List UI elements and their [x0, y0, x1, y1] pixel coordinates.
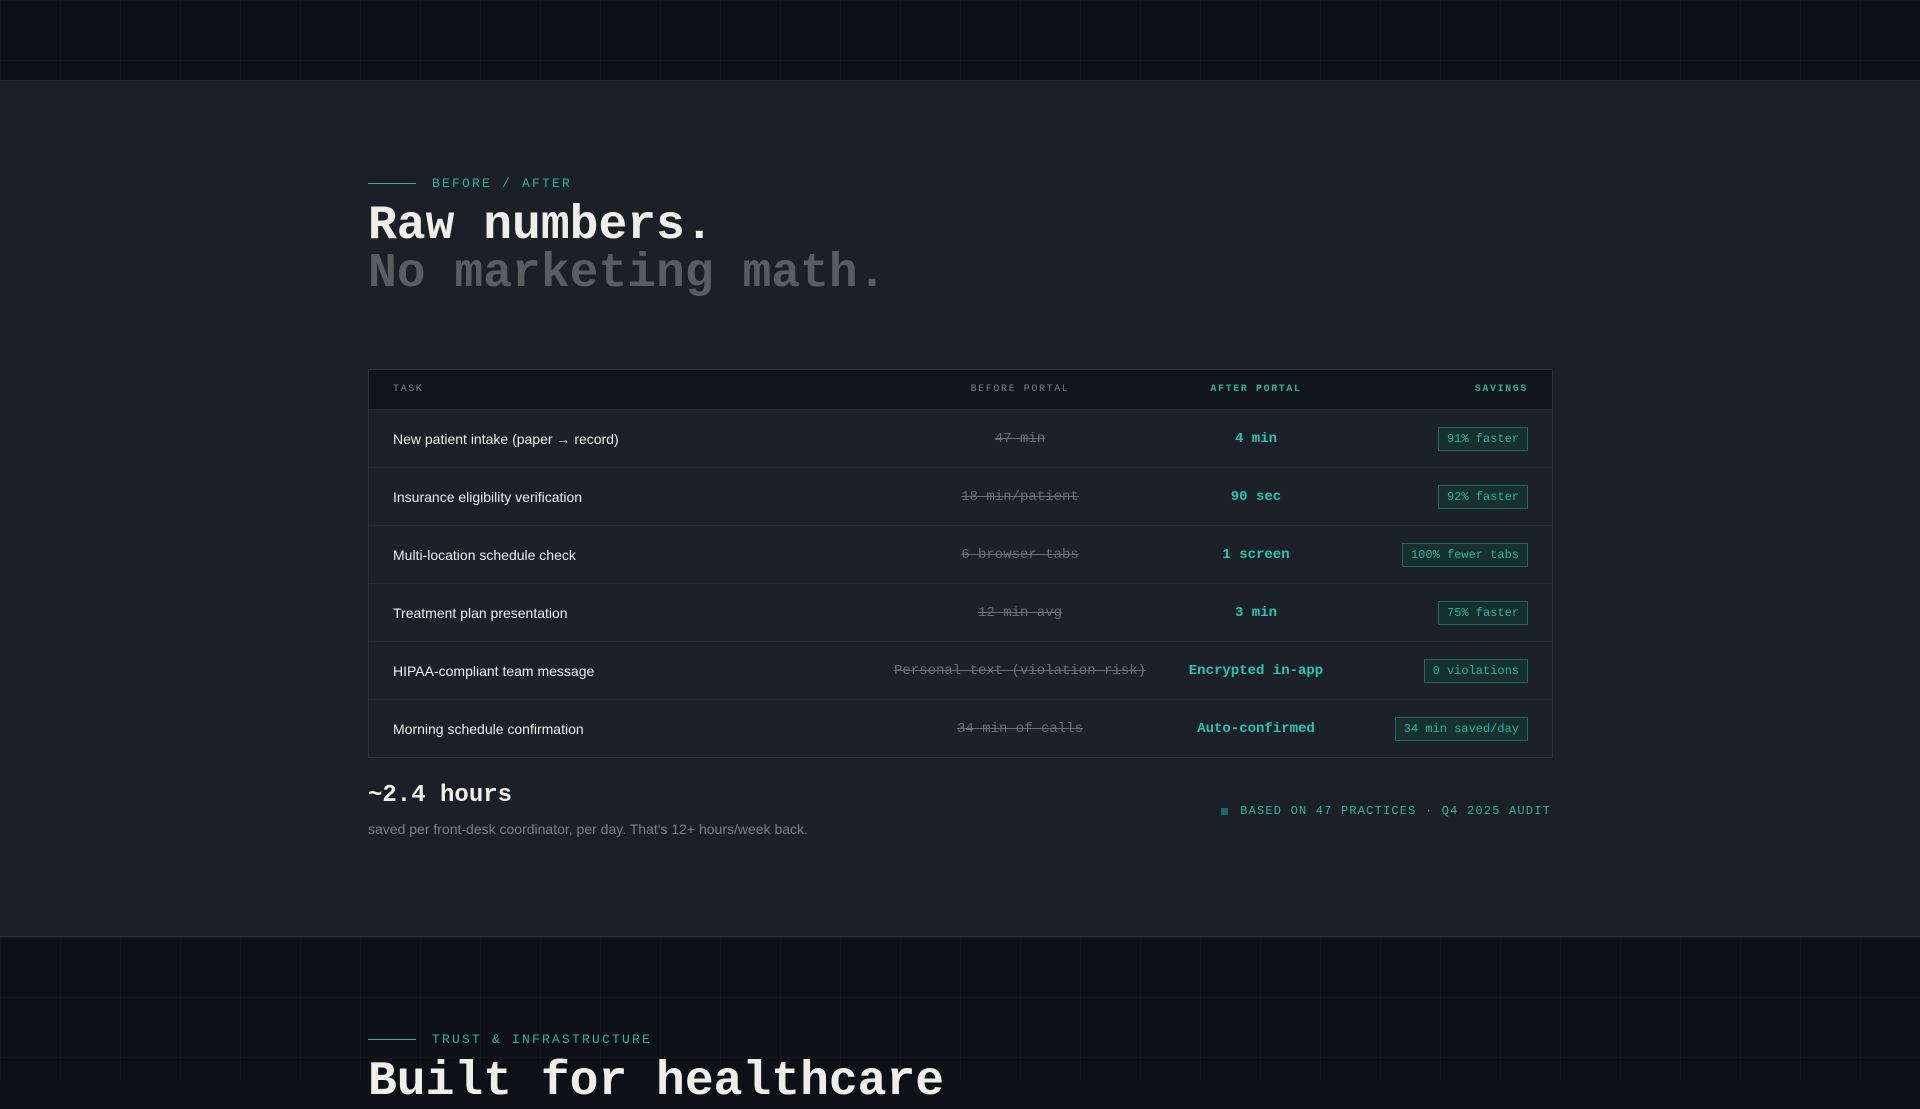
time-saved-summary: ~2.4 hours saved per front-desk coordina… [368, 782, 808, 837]
section-headline: Raw numbers. No marketing math. [368, 202, 886, 298]
row-after: Encrypted in-app [1188, 662, 1324, 679]
eyebrow-label: BEFORE / AFTER [432, 176, 573, 191]
trust-headline: Built for healthcare [368, 1055, 945, 1109]
table-row: Insurance eligibility verification 18 mi… [369, 468, 1552, 526]
row-after: 90 sec [1230, 488, 1282, 505]
row-after: 1 screen [1222, 546, 1290, 563]
savings-badge: 75% faster [1437, 600, 1528, 625]
row-after: 3 min [1234, 604, 1277, 621]
header-savings: SAVINGS [1474, 384, 1528, 395]
table-header: TASK BEFORE PORTAL AFTER PORTAL SAVINGS [369, 370, 1552, 410]
savings-badge: 91% faster [1437, 426, 1528, 451]
square-bullet-icon [1221, 807, 1229, 815]
row-before: 6 browser tabs [961, 546, 1079, 563]
comparison-table: TASK BEFORE PORTAL AFTER PORTAL SAVINGS … [368, 369, 1553, 758]
top-band [0, 0, 1920, 81]
table-row: Multi-location schedule check 6 browser … [369, 526, 1552, 584]
time-saved-value: ~2.4 hours [368, 782, 513, 809]
table-row: HIPAA-compliant team message Personal te… [369, 642, 1552, 700]
header-after: AFTER PORTAL [1210, 384, 1302, 395]
table-row: New patient intake (paper → record) 47 m… [369, 410, 1552, 468]
trust-section [0, 936, 1920, 1081]
row-savings: 34 min saved/day [1349, 716, 1552, 741]
source-note-label: BASED ON 47 PRACTICES · Q4 2025 AUDIT [1240, 804, 1551, 818]
source-note: BASED ON 47 PRACTICES · Q4 2025 AUDIT [1221, 804, 1551, 818]
eyebrow-rule [368, 1039, 416, 1040]
row-savings: 75% faster [1349, 600, 1552, 625]
row-task: Multi-location schedule check [393, 546, 576, 563]
savings-badge: 92% faster [1437, 484, 1528, 509]
row-task: HIPAA-compliant team message [393, 662, 595, 679]
table-row: Treatment plan presentation 12 min avg 3… [369, 584, 1552, 642]
row-before: 34 min of calls [956, 720, 1084, 737]
savings-badge: 34 min saved/day [1394, 716, 1528, 741]
trust-eyebrow-label: TRUST & INFRASTRUCTURE [432, 1032, 653, 1047]
row-before: 18 min/patient [961, 488, 1079, 505]
row-task: Insurance eligibility verification [393, 488, 583, 505]
header-before: BEFORE PORTAL [970, 384, 1070, 395]
row-savings: 0 violations [1349, 658, 1552, 683]
row-savings: 100% fewer tabs [1349, 542, 1552, 567]
savings-badge: 0 violations [1423, 658, 1528, 683]
row-savings: 92% faster [1349, 484, 1552, 509]
trust-eyebrow: TRUST & INFRASTRUCTURE [368, 1032, 652, 1047]
headline-line-2: No marketing math. [368, 247, 887, 301]
header-task: TASK [393, 384, 424, 395]
row-task: Treatment plan presentation [393, 604, 568, 621]
eyebrow-rule [368, 183, 416, 184]
row-after: 4 min [1234, 430, 1277, 447]
time-saved-caption: saved per front-desk coordinator, per da… [368, 821, 808, 837]
row-before: 47 min [994, 430, 1046, 447]
section-eyebrow: BEFORE / AFTER [368, 176, 572, 191]
row-before: Personal text (violation risk) [893, 662, 1147, 679]
row-savings: 91% faster [1349, 426, 1552, 451]
row-task: Morning schedule confirmation [393, 720, 584, 737]
row-task: New patient intake (paper → record) [393, 430, 619, 447]
savings-badge: 100% fewer tabs [1401, 542, 1528, 567]
headline-line-1: Raw numbers. [368, 199, 714, 253]
row-after: Auto-confirmed [1197, 720, 1315, 737]
row-before: 12 min avg [977, 604, 1062, 621]
table-row: Morning schedule confirmation 34 min of … [369, 700, 1552, 757]
